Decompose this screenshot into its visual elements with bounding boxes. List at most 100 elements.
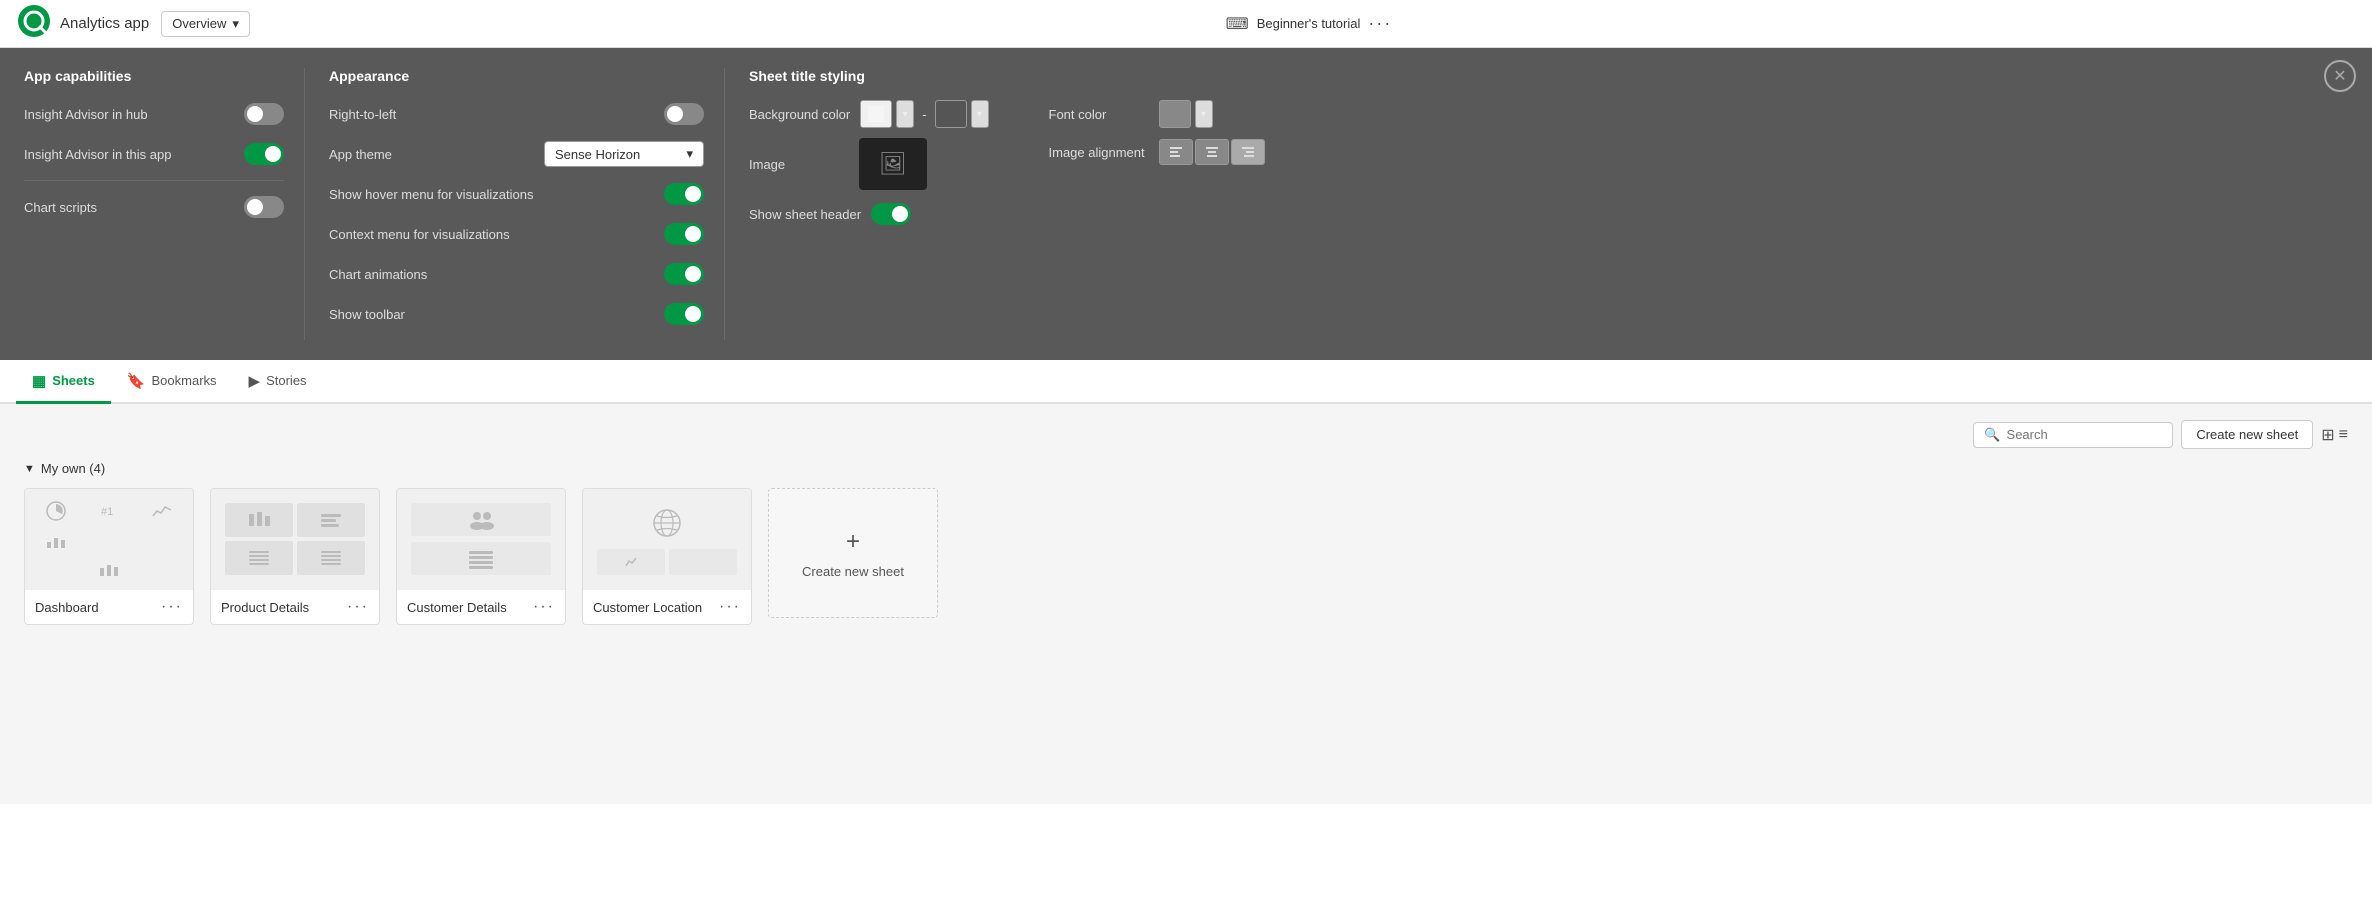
- product-details-footer: Product Details ···: [211, 589, 379, 624]
- my-own-section: ▼ My own (4): [24, 461, 2348, 476]
- insight-app-label: Insight Advisor in this app: [24, 147, 171, 162]
- bg-color-swatch-white[interactable]: [860, 100, 892, 128]
- show-toolbar-label: Show toolbar: [329, 307, 405, 322]
- show-sheet-header-row: Show sheet header: [749, 200, 989, 228]
- font-color-label: Font color: [1049, 107, 1149, 122]
- svg-text:#1: #1: [101, 506, 113, 518]
- content-toolbar: 🔍 Create new sheet ⊞ ≡: [24, 420, 2348, 449]
- create-new-sheet-button[interactable]: Create new sheet: [2181, 420, 2313, 449]
- create-sheet-card-label: Create new sheet: [802, 564, 904, 579]
- create-new-sheet-card[interactable]: + Create new sheet: [768, 488, 938, 618]
- cl-block-1: [597, 549, 665, 575]
- pd-block-1: [225, 503, 293, 537]
- sheet-card-dashboard[interactable]: #1 Dashbo: [24, 488, 194, 625]
- preview-icon-2: #1: [84, 495, 134, 526]
- sheet-card-customer-location[interactable]: Customer Location ···: [582, 488, 752, 625]
- image-alignment-group: [1159, 139, 1265, 165]
- tutorial-label: Beginner's tutorial: [1257, 16, 1361, 31]
- image-label: Image: [749, 157, 849, 172]
- font-color-swatch[interactable]: [1159, 100, 1191, 128]
- chart-scripts-toggle[interactable]: [244, 196, 284, 218]
- tab-sheets-label: Sheets: [52, 373, 95, 388]
- insight-hub-row: Insight Advisor in hub: [24, 100, 284, 128]
- show-toolbar-toggle[interactable]: [664, 303, 704, 325]
- pd-block-4: [297, 541, 365, 575]
- view-toggle: ⊞ ≡: [2321, 425, 2348, 445]
- customer-details-more-button[interactable]: ···: [533, 598, 555, 616]
- font-color-chevron[interactable]: ▾: [1195, 100, 1213, 128]
- app-theme-value: Sense Horizon: [555, 147, 640, 162]
- product-details-more-button[interactable]: ···: [347, 598, 369, 616]
- insight-app-toggle[interactable]: [244, 143, 284, 165]
- chart-scripts-row: Chart scripts: [24, 193, 284, 221]
- content-area: 🔍 Create new sheet ⊞ ≡ ▼ My own (4) #1: [0, 404, 2372, 804]
- app-capabilities-section: App capabilities Insight Advisor in hub …: [24, 68, 304, 340]
- preview-icon-6: [137, 529, 187, 554]
- appearance-title: Appearance: [329, 68, 704, 84]
- list-view-button[interactable]: ≡: [2339, 425, 2348, 445]
- chevron-down-icon: ▾: [686, 146, 693, 162]
- tab-stories[interactable]: ▶ Stories: [233, 360, 323, 404]
- customer-details-name: Customer Details: [407, 600, 507, 615]
- chart-animations-toggle[interactable]: [664, 263, 704, 285]
- image-alignment-row: Image alignment: [1049, 138, 1265, 166]
- section-label: My own (4): [41, 461, 105, 476]
- pd-block-3: [225, 541, 293, 575]
- sheet-card-customer-details[interactable]: Customer Details ···: [396, 488, 566, 625]
- left-sheet-styling: Background color ▾ - ▾ Image: [749, 100, 989, 228]
- sheets-icon: ▦: [32, 372, 46, 390]
- cl-bottom-blocks: [597, 549, 737, 575]
- font-color-group: ▾: [1159, 100, 1213, 128]
- customer-details-footer: Customer Details ···: [397, 589, 565, 624]
- insight-hub-toggle[interactable]: [244, 103, 284, 125]
- tutorial-area: ⌨ Beginner's tutorial ···: [1226, 13, 1393, 34]
- more-options-button[interactable]: ···: [1368, 13, 1392, 34]
- tab-stories-label: Stories: [266, 373, 306, 388]
- image-alignment-label: Image alignment: [1049, 145, 1149, 160]
- search-box: 🔍: [1973, 422, 2173, 448]
- customer-location-more-button[interactable]: ···: [719, 598, 741, 616]
- dashboard-more-button[interactable]: ···: [161, 598, 183, 616]
- app-theme-dropdown[interactable]: Sense Horizon ▾: [544, 141, 704, 167]
- preview-icon-3: [137, 495, 187, 526]
- pd-block-2: [297, 503, 365, 537]
- align-right-button[interactable]: [1231, 139, 1265, 165]
- show-sheet-header-label: Show sheet header: [749, 207, 861, 222]
- align-center-button[interactable]: [1195, 139, 1229, 165]
- bookmarks-icon: 🔖: [127, 372, 146, 390]
- chevron-down-icon: ▾: [232, 16, 239, 32]
- close-button[interactable]: ✕: [2324, 60, 2356, 92]
- show-sheet-header-toggle[interactable]: [871, 203, 911, 225]
- cd-block-top: [411, 503, 551, 536]
- image-icon: 🖼: [879, 151, 907, 177]
- hover-menu-toggle[interactable]: [664, 183, 704, 205]
- app-name: Analytics app: [60, 15, 149, 32]
- preview-icon-5: [84, 529, 134, 554]
- bg-color-swatch-dark[interactable]: [935, 100, 967, 128]
- sheet-card-product-details[interactable]: Product Details ···: [210, 488, 380, 625]
- app-capabilities-title: App capabilities: [24, 68, 284, 84]
- customer-location-name: Customer Location: [593, 600, 702, 615]
- right-to-left-toggle[interactable]: [664, 103, 704, 125]
- qlik-logo: Analytics app: [16, 3, 149, 44]
- stories-icon: ▶: [249, 372, 261, 390]
- align-left-button[interactable]: [1159, 139, 1193, 165]
- background-color-row: Background color ▾ - ▾: [749, 100, 989, 128]
- background-color-label: Background color: [749, 107, 850, 122]
- tab-bookmarks[interactable]: 🔖 Bookmarks: [111, 360, 233, 404]
- appearance-section: Appearance Right-to-left App theme Sense…: [304, 68, 724, 340]
- image-box[interactable]: 🖼: [859, 138, 927, 190]
- cd-block-bottom: [411, 542, 551, 575]
- search-input[interactable]: [2007, 427, 2163, 442]
- sheet-title-title: Sheet title styling: [749, 68, 2328, 84]
- bg-color-chevron[interactable]: ▾: [896, 100, 914, 128]
- tab-sheets[interactable]: ▦ Sheets: [16, 360, 111, 404]
- overview-dropdown[interactable]: Overview ▾: [161, 11, 250, 37]
- tab-bookmarks-label: Bookmarks: [152, 373, 217, 388]
- bg-color-chevron2[interactable]: ▾: [971, 100, 989, 128]
- grid-view-button[interactable]: ⊞: [2321, 425, 2334, 445]
- chart-scripts-label: Chart scripts: [24, 200, 97, 215]
- dashboard-preview: #1: [25, 489, 193, 589]
- context-menu-toggle[interactable]: [664, 223, 704, 245]
- product-details-preview: [211, 489, 379, 589]
